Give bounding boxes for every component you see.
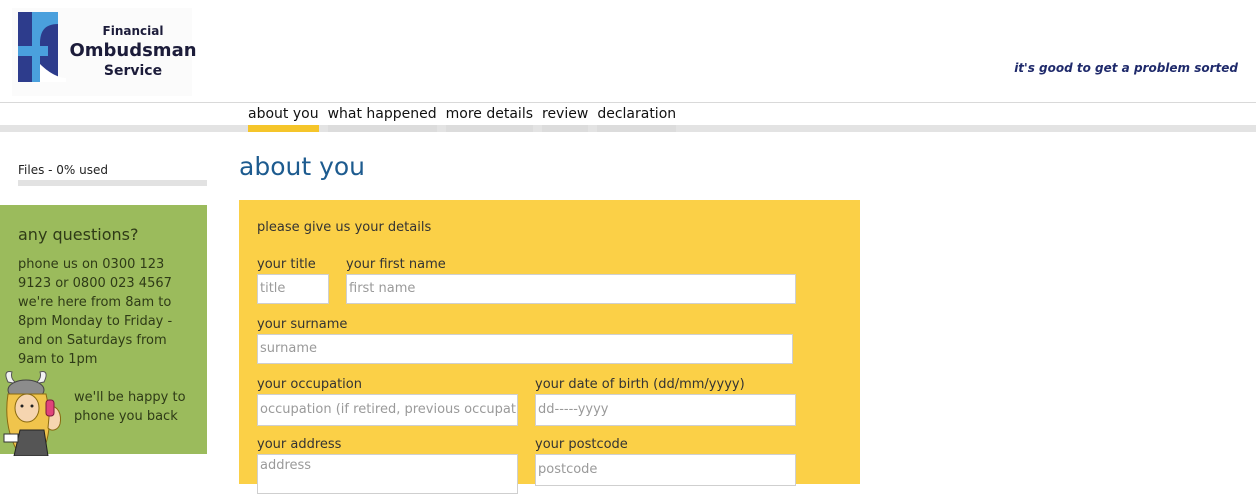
occupation-label: your occupation [257,377,362,392]
tagline: it's good to get a problem sorted [1014,61,1238,75]
tab-indicator [542,125,589,132]
files-usage-bar [18,180,207,186]
tab-label: more details [445,106,533,122]
tab-about-you[interactable]: about you [248,106,319,132]
address-field[interactable]: address [257,454,518,494]
first-name-field[interactable]: first name [346,274,796,304]
tab-more-details[interactable]: more details [445,106,533,132]
page-title: about you [239,152,366,181]
dob-label: your date of birth (dd/mm/yyyy) [535,377,745,392]
tab-label: declaration [597,106,677,122]
logo-text: Financial Ombudsman Service [68,22,198,80]
logo-line-ombudsman: Ombudsman [69,40,197,61]
progress-nav: about you what happened more details rev… [248,106,677,132]
tab-review[interactable]: review [542,106,589,132]
callback-text: we'll be happy to phone you back [74,390,186,424]
postcode-field[interactable]: postcode [535,454,796,486]
logo-line-service: Service [103,63,163,79]
tab-indicator [445,125,533,132]
surname-field[interactable]: surname [257,334,793,364]
questions-title: any questions? [18,225,139,244]
title-label: your title [257,257,316,272]
title-field[interactable]: title [257,274,329,304]
files-usage-label: Files - 0% used [18,163,108,177]
tab-label: review [542,106,589,122]
details-form: please give us your details your title t… [239,200,860,494]
tab-indicator [248,125,319,132]
header: Financial Ombudsman Service it's good to… [0,0,1256,103]
surname-label: your surname [257,317,348,332]
form-intro: please give us your details [257,220,432,235]
tab-indicator [597,125,677,132]
occupation-field[interactable]: occupation (if retired, previous occupat… [257,394,518,426]
tab-declaration[interactable]: declaration [597,106,677,132]
tab-what-happened[interactable]: what happened [327,106,437,132]
logo[interactable]: Financial Ombudsman Service [12,8,197,96]
postcode-label: your postcode [535,437,628,452]
questions-body: phone us on 0300 123 9123 or 0800 023 45… [18,257,173,367]
tab-label: about you [248,106,319,122]
viking-mascot-icon [3,371,61,456]
logo-mark-icon [18,12,66,82]
tab-indicator [327,125,437,132]
address-label: your address [257,437,342,452]
dob-field[interactable]: dd-----yyyy [535,394,796,426]
tab-label: what happened [327,106,437,122]
first-name-label: your first name [346,257,446,272]
questions-panel: any questions? phone us on 0300 123 9123… [0,205,207,456]
logo-line-financial: Financial [102,24,164,38]
